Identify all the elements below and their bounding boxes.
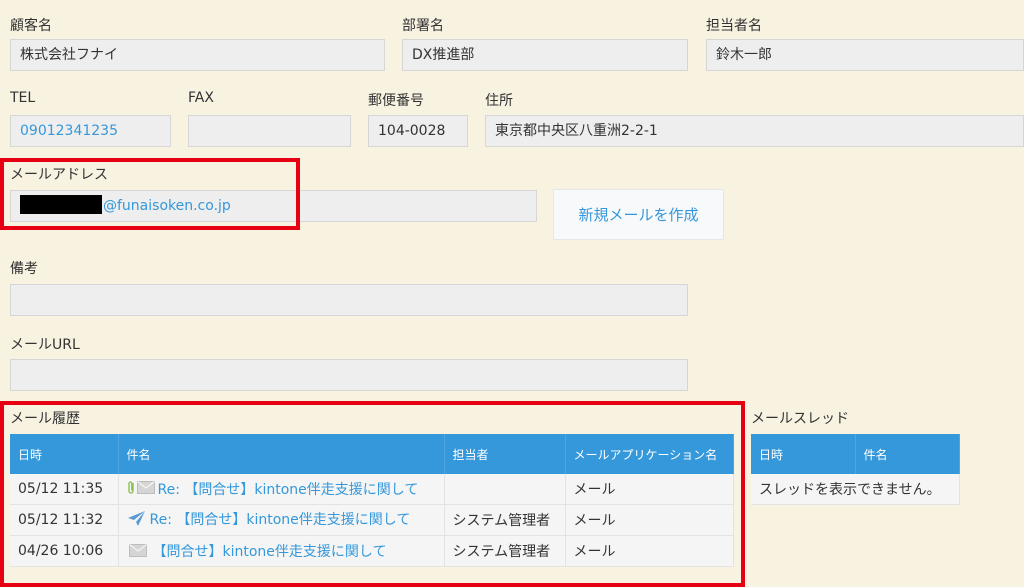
mail-url-field[interactable] <box>10 359 688 391</box>
address-field[interactable]: 東京都中央区八重洲2-2-1 <box>485 115 1024 147</box>
tel-label: TEL <box>10 90 36 106</box>
notes-field[interactable] <box>10 284 688 316</box>
tel-field[interactable]: 09012341235 <box>10 115 171 147</box>
staff-label: 担当者名 <box>706 18 762 34</box>
thread-col-subject[interactable]: 件名 <box>855 434 960 474</box>
customer-field[interactable]: 株式会社フナイ <box>10 39 385 71</box>
thread-title: メールスレッド <box>751 411 849 427</box>
address-label: 住所 <box>485 93 513 109</box>
staff-field[interactable]: 鈴木一郎 <box>706 39 1024 71</box>
thread-header-row: 日時 件名 <box>751 434 960 474</box>
fax-field[interactable] <box>188 115 351 147</box>
thread-col-datetime[interactable]: 日時 <box>751 434 856 474</box>
dept-label: 部署名 <box>402 18 444 34</box>
compose-email-button[interactable]: 新規メールを作成 <box>553 189 724 240</box>
mail-url-label: メールURL <box>10 337 80 353</box>
notes-label: 備考 <box>10 261 38 277</box>
zip-field[interactable]: 104-0028 <box>368 115 468 147</box>
thread-empty-row: スレッドを表示できません。 <box>751 474 960 505</box>
history-highlight-box <box>0 401 745 587</box>
dept-field[interactable]: DX推進部 <box>402 39 688 71</box>
fax-label: FAX <box>188 90 214 106</box>
customer-label: 顧客名 <box>10 18 52 34</box>
thread-table: 日時 件名 スレッドを表示できません。 <box>751 434 960 505</box>
email-highlight-box <box>0 158 300 230</box>
thread-empty-message: スレッドを表示できません。 <box>751 474 960 505</box>
zip-label: 郵便番号 <box>368 93 424 109</box>
